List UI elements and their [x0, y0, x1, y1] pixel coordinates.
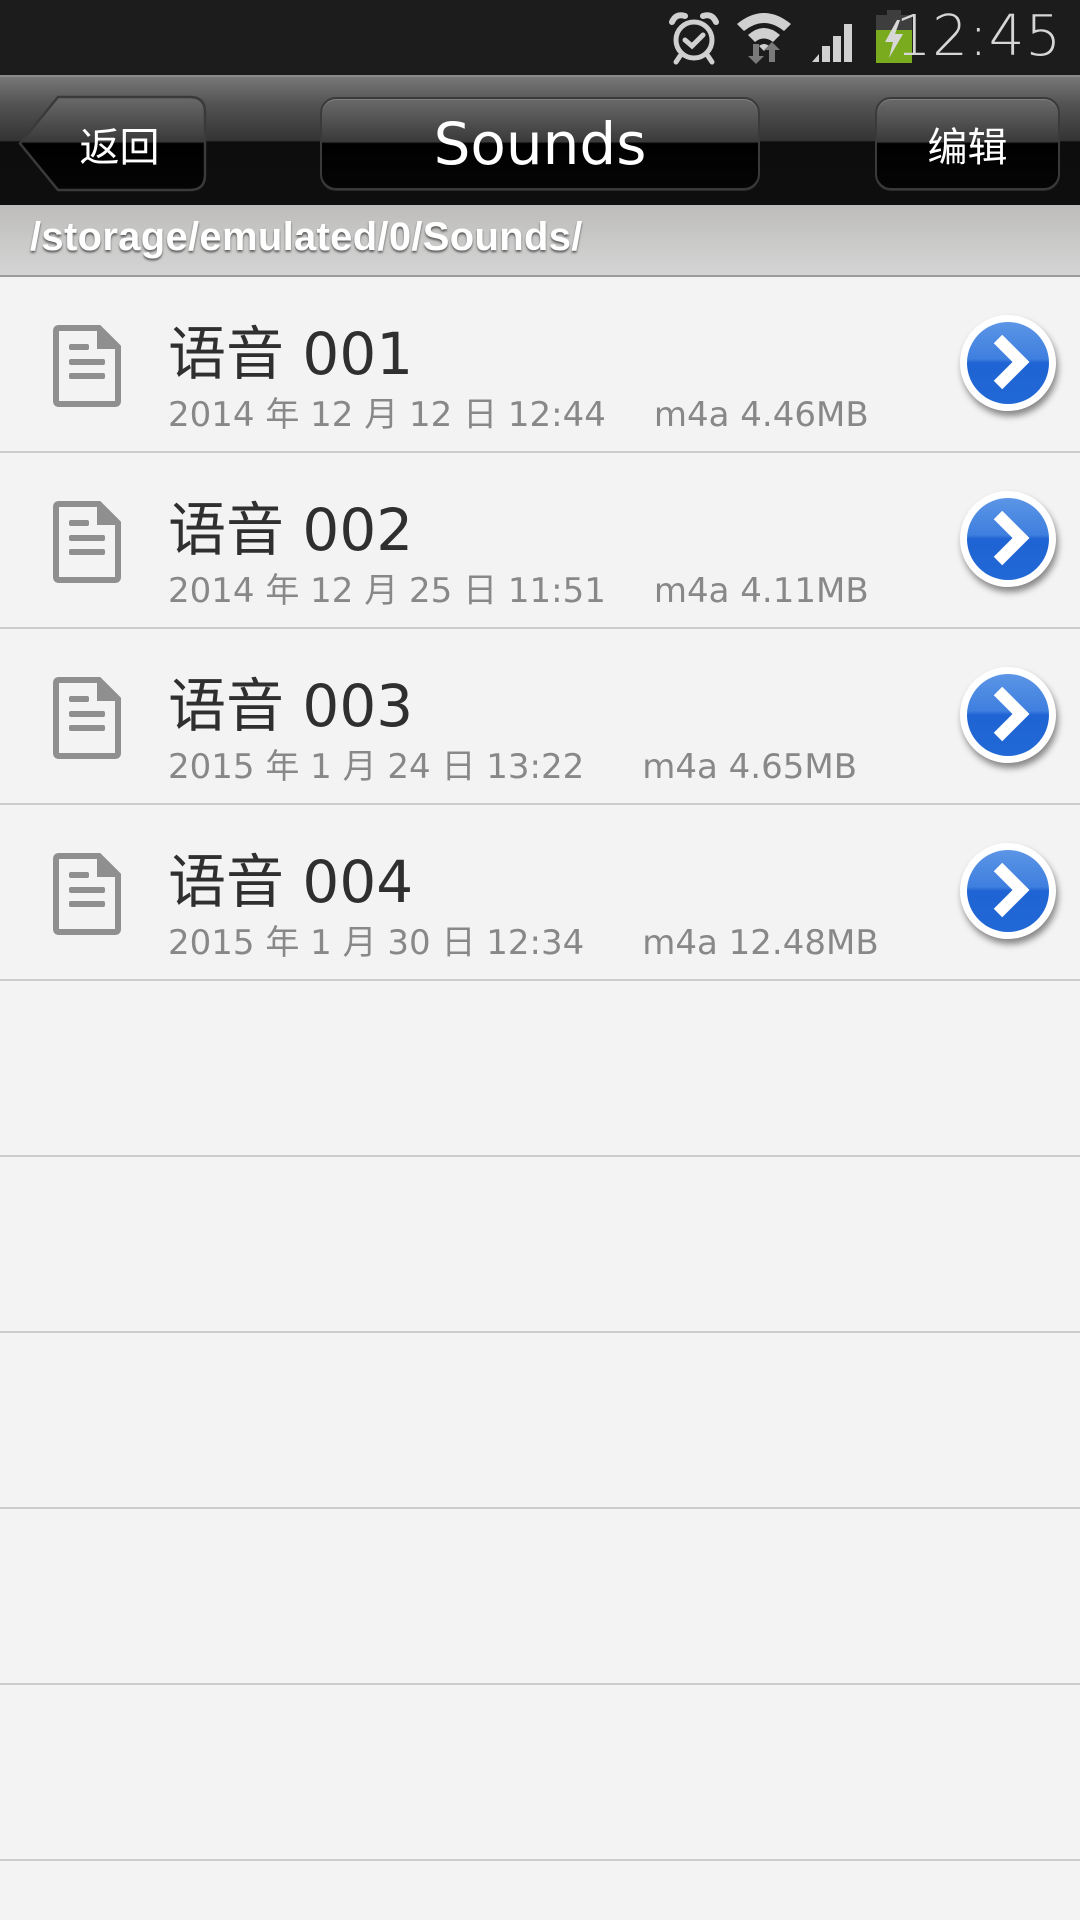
empty-row [0, 1333, 1080, 1509]
file-row[interactable]: 语音 004 2015 年 1 月 30 日 12:34 m4a 12.48MB [0, 805, 1080, 981]
signal-icon [810, 10, 860, 71]
file-details: 2014 年 12 月 12 日 12:44 m4a 4.46MB [168, 387, 869, 436]
back-button[interactable]: 返回 [18, 95, 207, 192]
file-meta: m4a 4.65MB [642, 747, 858, 787]
empty-row [0, 1157, 1080, 1333]
page-title-text: Sounds [433, 109, 647, 178]
file-name: 语音 002 [168, 496, 414, 564]
file-details: 2015 年 1 月 30 日 12:34 m4a 12.48MB [168, 915, 879, 964]
detail-button[interactable] [960, 315, 1056, 411]
status-bar: 12:45 [0, 0, 1080, 75]
file-meta: m4a 4.46MB [653, 395, 869, 435]
chevron-right-icon [993, 334, 1030, 390]
file-name: 语音 004 [168, 848, 414, 916]
back-button-label: 返回 [79, 125, 160, 170]
chevron-right-icon [993, 862, 1030, 918]
page-title: Sounds [320, 97, 760, 190]
edit-button[interactable]: 编辑 [875, 97, 1060, 190]
file-row[interactable]: 语音 003 2015 年 1 月 24 日 13:22 m4a 4.65MB [0, 629, 1080, 805]
nav-bar: 返回 Sounds 编辑 [0, 75, 1080, 205]
file-row[interactable]: 语音 002 2014 年 12 月 25 日 11:51 m4a 4.11MB [0, 453, 1080, 629]
file-date: 2015 年 1 月 24 日 13:22 [168, 747, 585, 787]
file-list: 语音 001 2014 年 12 月 12 日 12:44 m4a 4.46MB … [0, 277, 1080, 1861]
detail-button[interactable] [960, 843, 1056, 939]
document-icon [53, 677, 121, 764]
chevron-right-icon [993, 510, 1030, 566]
current-path: /storage/emulated/0/Sounds/ [30, 215, 583, 259]
alarm-icon [668, 10, 720, 71]
file-name: 语音 003 [168, 672, 414, 740]
file-meta: m4a 12.48MB [642, 923, 879, 963]
document-icon [53, 501, 121, 588]
edit-button-label: 编辑 [927, 125, 1008, 170]
file-meta: m4a 4.11MB [653, 571, 869, 611]
path-bar: /storage/emulated/0/Sounds/ [0, 205, 1080, 277]
file-details: 2014 年 12 月 25 日 11:51 m4a 4.11MB [168, 563, 869, 612]
chevron-right-icon [993, 686, 1030, 742]
file-date: 2014 年 12 月 12 日 12:44 [168, 395, 606, 435]
empty-row [0, 1509, 1080, 1685]
empty-row [0, 1685, 1080, 1861]
detail-button[interactable] [960, 667, 1056, 763]
empty-row [0, 981, 1080, 1157]
document-icon [53, 325, 121, 412]
detail-button[interactable] [960, 491, 1056, 587]
file-row[interactable]: 语音 001 2014 年 12 月 12 日 12:44 m4a 4.46MB [0, 277, 1080, 453]
wifi-icon [735, 10, 793, 71]
file-name: 语音 001 [168, 320, 414, 388]
document-icon [53, 853, 121, 940]
clock-time: 12:45 [895, 4, 1062, 69]
file-details: 2015 年 1 月 24 日 13:22 m4a 4.65MB [168, 739, 857, 788]
file-date: 2014 年 12 月 25 日 11:51 [168, 571, 606, 611]
file-date: 2015 年 1 月 30 日 12:34 [168, 923, 585, 963]
